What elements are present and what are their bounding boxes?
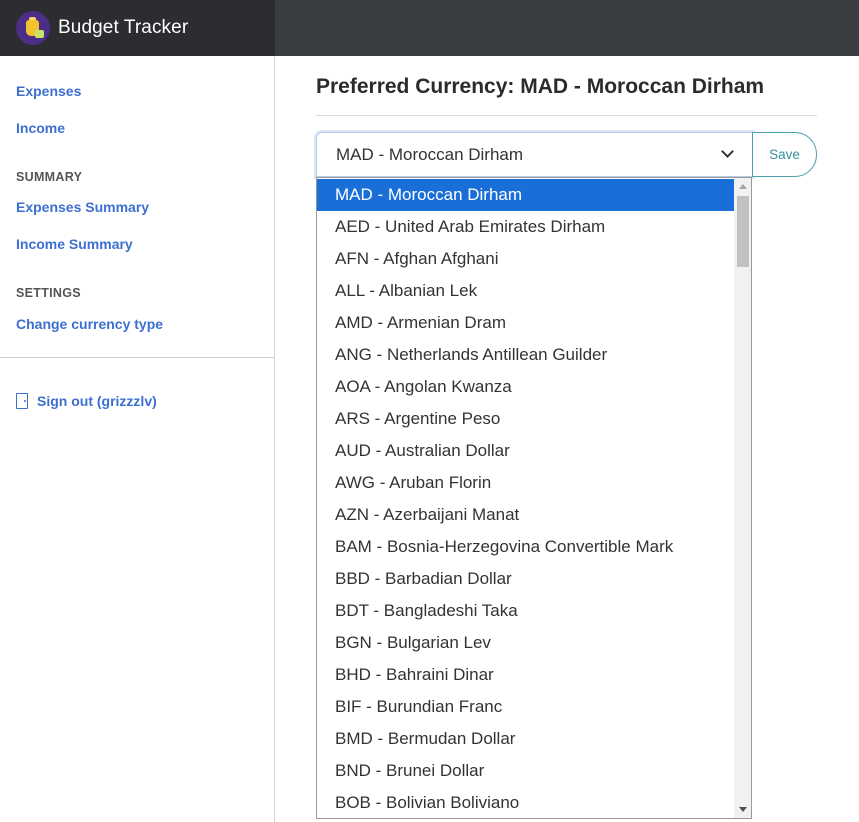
sidebar-item-expenses[interactable]: Expenses <box>16 83 81 99</box>
sidebar-heading-settings: SETTINGS <box>16 286 81 300</box>
sidebar-heading-summary: SUMMARY <box>16 170 83 184</box>
currency-dropdown-list: MAD - Moroccan Dirham AED - United Arab E… <box>316 177 752 819</box>
sidebar: Expenses Income SUMMARY Expenses Summary… <box>0 56 275 822</box>
title-divider <box>316 115 817 116</box>
save-button[interactable]: Save <box>752 132 817 177</box>
currency-option[interactable]: BAM - Bosnia-Herzegovina Convertible Mar… <box>317 531 735 563</box>
currency-option[interactable]: AFN - Afghan Afghani <box>317 243 735 275</box>
currency-option[interactable]: BIF - Burundian Franc <box>317 691 735 723</box>
currency-option[interactable]: AUD - Australian Dollar <box>317 435 735 467</box>
sidebar-item-expenses-summary[interactable]: Expenses Summary <box>16 199 149 215</box>
currency-option[interactable]: AED - United Arab Emirates Dirham <box>317 211 735 243</box>
currency-option[interactable]: BMD - Bermudan Dollar <box>317 723 735 755</box>
currency-option[interactable]: AWG - Aruban Florin <box>317 467 735 499</box>
currency-option[interactable]: BND - Brunei Dollar <box>317 755 735 787</box>
app-header: Budget Tracker <box>0 0 275 56</box>
currency-option[interactable]: BGN - Bulgarian Lev <box>317 627 735 659</box>
sign-out-link[interactable]: Sign out (grizzzlv) <box>16 393 157 409</box>
currency-option[interactable]: MAD - Moroccan Dirham <box>317 179 735 211</box>
currency-select[interactable]: MAD - Moroccan Dirham <box>316 132 753 177</box>
currency-option[interactable]: BDT - Bangladeshi Taka <box>317 595 735 627</box>
app-title[interactable]: Budget Tracker <box>58 17 188 39</box>
currency-option[interactable]: ARS - Argentine Peso <box>317 403 735 435</box>
sidebar-item-income[interactable]: Income <box>16 120 65 136</box>
money-bag-icon[interactable] <box>16 11 50 45</box>
chevron-down-icon <box>721 145 734 158</box>
dropdown-scrollbar[interactable] <box>734 178 751 818</box>
scroll-down-icon[interactable] <box>739 807 747 812</box>
page-title: Preferred Currency: MAD - Moroccan Dirha… <box>316 75 765 98</box>
scrollbar-thumb[interactable] <box>737 196 749 267</box>
currency-option[interactable]: BHD - Bahraini Dinar <box>317 659 735 691</box>
currency-option[interactable]: BBD - Barbadian Dollar <box>317 563 735 595</box>
sidebar-item-income-summary[interactable]: Income Summary <box>16 236 133 252</box>
currency-select-value: MAD - Moroccan Dirham <box>336 144 524 164</box>
currency-option[interactable]: AMD - Armenian Dram <box>317 307 735 339</box>
scroll-up-icon[interactable] <box>739 184 747 189</box>
currency-option[interactable]: BOB - Bolivian Boliviano <box>317 787 735 818</box>
header-bar <box>275 0 859 56</box>
sign-out-label: Sign out (grizzzlv) <box>37 393 157 409</box>
currency-option[interactable]: ANG - Netherlands Antillean Guilder <box>317 339 735 371</box>
sidebar-item-change-currency[interactable]: Change currency type <box>16 316 163 332</box>
sidebar-divider <box>0 357 274 358</box>
currency-option[interactable]: AOA - Angolan Kwanza <box>317 371 735 403</box>
door-icon <box>16 393 28 409</box>
currency-option[interactable]: ALL - Albanian Lek <box>317 275 735 307</box>
currency-option[interactable]: AZN - Azerbaijani Manat <box>317 499 735 531</box>
